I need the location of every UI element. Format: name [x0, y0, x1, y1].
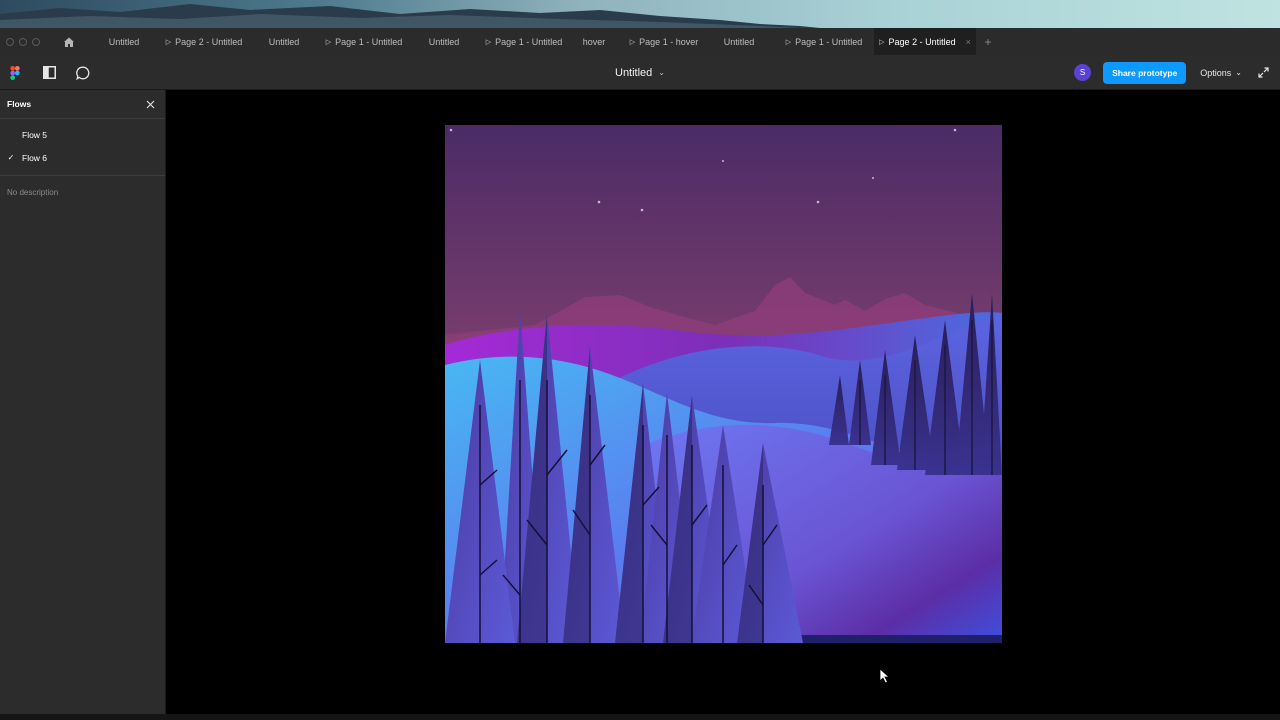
file-title[interactable]: Untitled: [615, 67, 652, 79]
tab-1[interactable]: Untitled: [84, 28, 164, 55]
play-icon: ▷: [629, 38, 636, 46]
chevron-down-icon: ⌄: [1235, 68, 1242, 77]
new-tab-button[interactable]: +: [976, 35, 1000, 49]
tab-11[interactable]: ▷ Page 2 - Untitled ×: [874, 28, 976, 55]
expand-icon: [1257, 67, 1269, 78]
options-label: Options: [1200, 67, 1232, 78]
flow-label: Flow 6: [22, 152, 48, 163]
tab-10[interactable]: ▷ Page 1 - Untitled: [774, 28, 874, 55]
tab-label: Page 1 - Untitled: [495, 36, 563, 47]
tab-4[interactable]: ▷ Page 1 - Untitled: [324, 28, 404, 55]
comment-icon: [76, 66, 90, 80]
window-minimize-button[interactable]: [19, 37, 27, 46]
tab-label: Untitled: [428, 36, 460, 47]
tab-label: Untitled: [268, 36, 300, 47]
tab-8[interactable]: ▷ Page 1 - hover: [624, 28, 704, 55]
share-prototype-button[interactable]: Share prototype: [1103, 61, 1187, 84]
flow-item-5[interactable]: Flow 5: [0, 123, 165, 146]
window-controls: [0, 37, 54, 46]
play-icon: ▷: [785, 38, 792, 46]
fullscreen-button[interactable]: [1256, 66, 1270, 80]
prototype-frame[interactable]: [445, 125, 1002, 643]
night-forest-illustration: [445, 125, 1002, 643]
tab-bar: Untitled ▷ Page 2 - Untitled Untitled ▷ Page …: [0, 28, 1280, 55]
tab-7[interactable]: hover: [564, 28, 624, 55]
app-menu-button[interactable]: [6, 64, 24, 82]
mouse-cursor-icon: [879, 668, 891, 684]
tab-3[interactable]: Untitled: [244, 28, 324, 55]
play-icon: ▷: [879, 38, 885, 46]
desktop-wallpaper: [0, 0, 1280, 28]
tab-label: Page 2 - Untitled: [888, 36, 956, 47]
close-icon[interactable]: [146, 100, 155, 109]
user-avatar[interactable]: S: [1074, 64, 1092, 81]
close-tab-icon[interactable]: ×: [966, 37, 971, 47]
chevron-down-icon[interactable]: ⌄: [658, 68, 665, 77]
flow-label: Flow 5: [22, 129, 48, 140]
tab-label: Untitled: [723, 36, 755, 47]
tab-6[interactable]: ▷ Page 1 - Untitled: [484, 28, 564, 55]
flows-sidebar: Flows Flow 5 ✓ Flow 6 No description: [0, 90, 166, 714]
tab-9[interactable]: Untitled: [704, 28, 774, 55]
tab-list: Untitled ▷ Page 2 - Untitled Untitled ▷ Page …: [84, 28, 976, 55]
home-button[interactable]: [54, 36, 84, 48]
window-close-button[interactable]: [6, 37, 14, 46]
play-icon: ▷: [165, 38, 172, 46]
flow-list: Flow 5 ✓ Flow 6: [0, 119, 165, 176]
tab-label: hover: [582, 36, 606, 47]
panel-toggle-icon: [42, 66, 56, 79]
toggle-sidebar-button[interactable]: [40, 64, 58, 82]
tab-5[interactable]: Untitled: [404, 28, 484, 55]
home-icon: [64, 37, 74, 47]
flow-item-6[interactable]: ✓ Flow 6: [0, 146, 165, 169]
play-icon: ▷: [485, 38, 492, 46]
tab-label: Untitled: [108, 36, 140, 47]
flows-header: Flows: [0, 90, 165, 119]
flows-title: Flows: [7, 99, 32, 109]
prototype-toolbar: Untitled ⌄ S Share prototype Options ⌄: [0, 55, 1280, 90]
tab-label: Page 1 - Untitled: [335, 36, 403, 47]
comment-button[interactable]: [74, 64, 92, 82]
window-zoom-button[interactable]: [32, 37, 40, 46]
tab-label: Page 1 - Untitled: [795, 36, 863, 47]
checkmark-icon: ✓: [7, 153, 15, 162]
tab-label: Page 2 - Untitled: [175, 36, 243, 47]
figma-logo-icon: [10, 65, 20, 80]
tab-label: Page 1 - hover: [639, 36, 699, 47]
flow-description: No description: [7, 188, 59, 197]
bottom-edge: [0, 714, 1280, 720]
play-icon: ▷: [325, 38, 332, 46]
tab-2[interactable]: ▷ Page 2 - Untitled: [164, 28, 244, 55]
mountain-wallpaper-image: [0, 4, 820, 28]
options-menu-button[interactable]: Options ⌄: [1196, 68, 1246, 78]
